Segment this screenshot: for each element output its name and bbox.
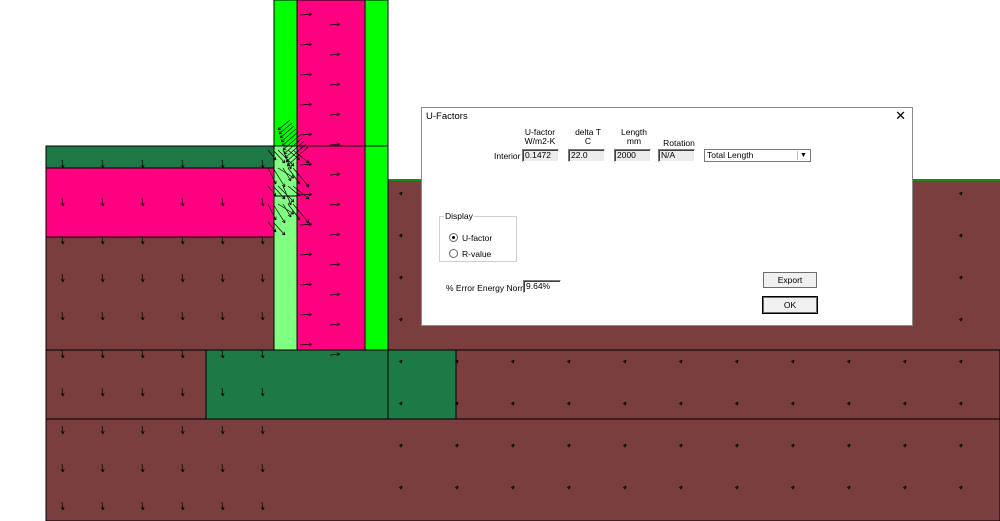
- ufactor-value: 0.1472: [522, 149, 559, 162]
- floor-insulation: [45, 167, 275, 238]
- wall-exterior-strip: [364, 0, 389, 351]
- footing-row-left: [45, 349, 207, 420]
- dialog-title: U-Factors: [426, 111, 468, 122]
- chevron-down-icon[interactable]: ▼: [797, 151, 809, 160]
- u-factors-dialog: U-Factors ✕ U-factor W/m2-K delta TC Leng…: [421, 107, 913, 326]
- radio-ufactor[interactable]: U-factor: [449, 232, 492, 243]
- error-value: 9.64%: [523, 280, 561, 293]
- ok-button[interactable]: OK: [762, 296, 818, 314]
- length-value: 2000: [614, 149, 651, 162]
- export-button[interactable]: Export: [763, 272, 817, 288]
- footing: [205, 349, 389, 420]
- header-ufactor: U-factor W/m2-K: [524, 127, 556, 146]
- error-label: % Error Energy Norm: [446, 283, 528, 293]
- deep-soil-region: [45, 418, 1000, 521]
- rotation-value: N/A: [658, 149, 695, 162]
- display-group: Display U-factor R-value: [439, 211, 517, 262]
- row-label-interior: Interior: [494, 151, 521, 161]
- floor-finish: [45, 145, 275, 169]
- ground-left-region: [45, 236, 275, 351]
- header-length: Length mm: [621, 127, 647, 146]
- display-group-label: Display: [444, 211, 474, 221]
- header-delta-t: delta TC: [575, 127, 601, 146]
- footing-row-right: [455, 349, 1000, 420]
- delta-t-value: 22.0: [568, 149, 605, 162]
- footing-extension: [387, 349, 457, 420]
- radio-unselected-icon[interactable]: [449, 249, 458, 258]
- length-mode-value: Total Length: [707, 150, 754, 160]
- radio-rvalue[interactable]: R-value: [449, 248, 491, 259]
- close-icon[interactable]: ✕: [895, 108, 906, 124]
- length-mode-select[interactable]: Total Length ▼: [704, 149, 811, 162]
- header-rotation: Rotation: [663, 138, 695, 148]
- radio-selected-icon[interactable]: [449, 233, 458, 242]
